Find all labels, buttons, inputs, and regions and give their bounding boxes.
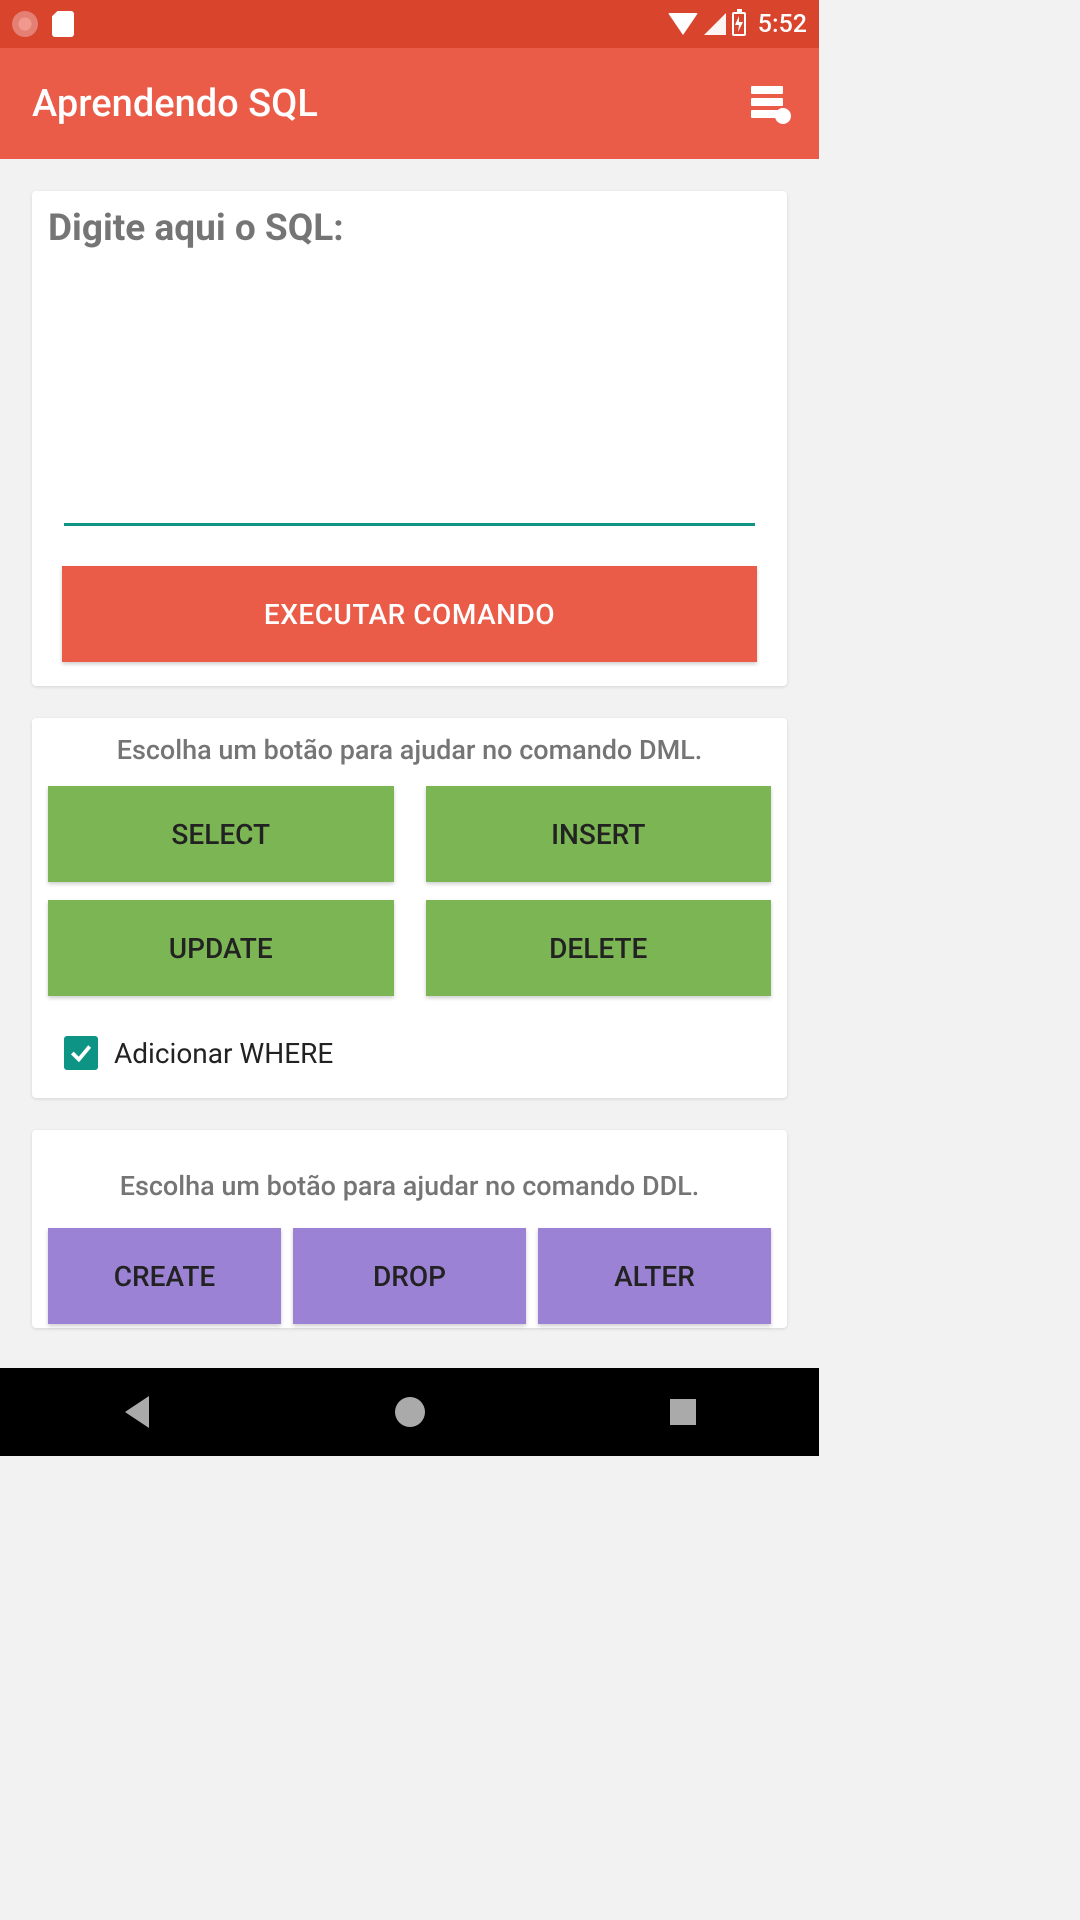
alter-button[interactable]: ALTER — [538, 1228, 771, 1324]
app-bar: Aprendendo SQL — [0, 48, 819, 159]
app-title: Aprendendo SQL — [32, 82, 318, 126]
update-button[interactable]: UPDATE — [48, 900, 394, 996]
back-icon — [125, 1396, 149, 1428]
dml-section-title: Escolha um botão para ajudar no comando … — [48, 734, 771, 766]
nav-recent-button[interactable] — [653, 1382, 713, 1442]
insert-button[interactable]: INSERT — [426, 786, 772, 882]
signal-icon — [704, 13, 726, 35]
delete-button[interactable]: DELETE — [426, 900, 772, 996]
sql-input[interactable] — [64, 266, 755, 526]
content-area: Digite aqui o SQL: EXECUTAR COMANDO Esco… — [0, 159, 819, 1368]
where-checkbox[interactable] — [64, 1036, 98, 1070]
status-left-icons — [12, 11, 74, 37]
spinner-icon — [12, 11, 38, 37]
where-checkbox-label: Adicionar WHERE — [114, 1037, 333, 1070]
execute-button[interactable]: EXECUTAR COMANDO — [62, 566, 757, 662]
recent-apps-icon — [670, 1399, 696, 1425]
wifi-icon — [668, 13, 698, 35]
nav-back-button[interactable] — [107, 1382, 167, 1442]
drop-button[interactable]: DROP — [293, 1228, 526, 1324]
ddl-button-grid: CREATE DROP ALTER — [48, 1228, 771, 1324]
sql-input-label: Digite aqui o SQL: — [48, 207, 771, 250]
status-clock: 5:52 — [758, 10, 807, 39]
nav-home-button[interactable] — [380, 1382, 440, 1442]
dml-button-grid: SELECT INSERT UPDATE DELETE — [48, 786, 771, 996]
sdcard-icon — [52, 11, 74, 37]
status-right-icons: 5:52 — [668, 10, 807, 39]
home-icon — [395, 1397, 425, 1427]
create-button[interactable]: CREATE — [48, 1228, 281, 1324]
battery-charging-icon — [732, 12, 746, 36]
where-checkbox-row[interactable]: Adicionar WHERE — [48, 1036, 771, 1070]
ddl-card: Escolha um botão para ajudar no comando … — [32, 1130, 787, 1328]
ddl-section-title: Escolha um botão para ajudar no comando … — [48, 1170, 771, 1202]
sql-input-card: Digite aqui o SQL: EXECUTAR COMANDO — [32, 191, 787, 686]
database-settings-icon[interactable] — [751, 86, 787, 122]
status-bar: 5:52 — [0, 0, 819, 48]
select-button[interactable]: SELECT — [48, 786, 394, 882]
navigation-bar — [0, 1368, 819, 1456]
dml-card: Escolha um botão para ajudar no comando … — [32, 718, 787, 1098]
